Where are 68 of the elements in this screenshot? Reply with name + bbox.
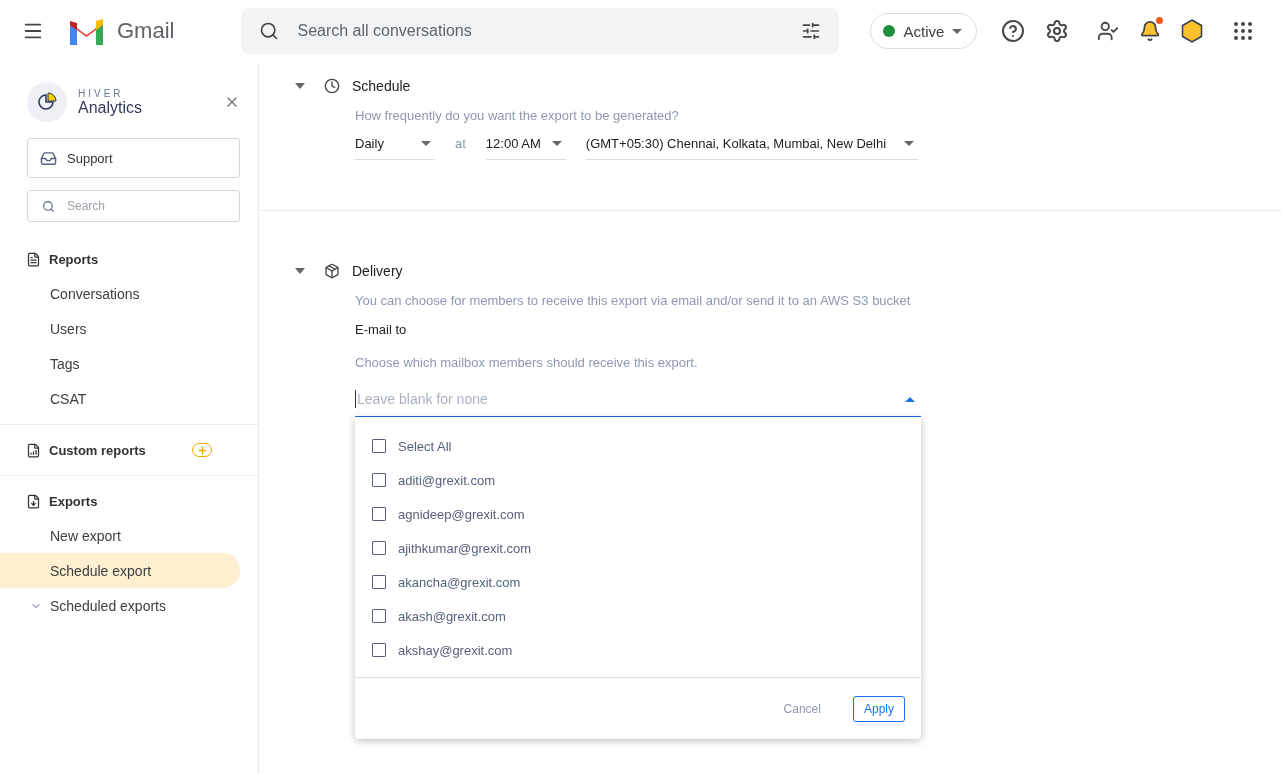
chart-file-icon [26,442,41,458]
user-check-icon[interactable] [1097,20,1120,42]
search-icon [259,21,280,41]
bell-icon[interactable] [1139,20,1162,42]
pie-chart-logo [27,82,67,122]
section-title[interactable]: Custom reports [49,442,184,458]
frequency-select[interactable]: Daily [355,127,435,160]
inbox-icon [40,149,57,167]
hexagon-badge-icon[interactable] [1181,19,1204,43]
search-icon [42,199,55,213]
checkbox[interactable] [372,541,386,555]
app-name: Gmail [117,18,175,44]
sidebar-item[interactable]: Tags [0,346,240,381]
email-label: E-mail to [355,322,408,337]
email-hint: Choose which mailbox members should receive this export. [355,355,699,370]
workspace-button[interactable]: Support [27,138,240,178]
caret-icon [421,140,431,146]
checkbox[interactable] [372,473,386,487]
search-bar[interactable]: Search all conversations [241,8,840,54]
package-icon [324,263,340,279]
clock-icon [324,78,340,94]
checkbox[interactable] [372,507,386,521]
caret-icon [905,396,915,402]
recipients-select[interactable]: Leave blank for none [355,382,921,417]
report-icon [26,251,41,267]
section-hint: You can choose for members to receive this export via email and/or send it to an AWS S3 bucket [355,293,912,308]
sidebar-item[interactable]: CSAT [0,381,240,416]
recipient-option[interactable]: ajithkumar@grexit.com [372,531,921,565]
time-select[interactable]: 12:00 AM [485,127,566,160]
sidebar-search-bar[interactable]: Search [27,190,240,222]
sidebar-item[interactable]: Users [0,311,240,346]
caret-icon [551,140,562,146]
checkbox[interactable] [372,643,386,657]
download-file-icon [26,493,41,509]
collapse-caret-icon[interactable] [295,83,305,89]
section-title[interactable]: Reports [49,251,212,267]
section-hint: How frequently do you want the export to be generated? [355,108,680,123]
caret-icon [952,28,963,34]
checkbox[interactable] [372,609,386,623]
recipient-option[interactable]: aditi@grexit.com [372,463,921,497]
settings-icon[interactable] [1045,19,1070,43]
sidebar-item[interactable]: Schedule export [0,553,240,588]
recipient-option[interactable]: akash@grexit.com [372,599,921,633]
apply-button[interactable]: Apply [852,695,905,722]
checkbox[interactable] [372,575,386,589]
caret-icon [903,140,914,146]
brand-overline: HIVER [78,87,125,99]
plus-icon [196,444,208,456]
search-field[interactable]: Search all conversations [295,21,786,41]
sidebar-item[interactable]: Conversations [0,276,240,311]
section-title: Delivery [352,263,403,279]
sidebar-item[interactable]: New export [0,518,240,553]
recipient-option[interactable]: agnideep@grexit.com [372,497,921,531]
sidebar-item[interactable]: Scheduled exports [0,588,240,623]
recipient-option[interactable]: Select All [372,429,921,463]
section-title[interactable]: Exports [49,493,212,509]
collapse-caret-icon[interactable] [295,268,305,274]
at-label: at [455,136,466,153]
section-title: Schedule [352,78,411,94]
checkbox[interactable] [372,439,386,453]
timezone-select[interactable]: (GMT+05:30) Chennai, Kolkata, Mumbai, New Delhi [585,127,918,160]
mail-logo[interactable] [68,17,105,45]
recipient-option[interactable]: akancha@grexit.com [372,565,921,599]
brand-title: Analytics [78,98,144,117]
recipient-option[interactable]: akshay@grexit.com [372,633,921,667]
status-button[interactable]: Active [870,13,978,49]
filter-sliders-icon[interactable] [801,21,822,41]
help-icon[interactable] [1001,19,1026,43]
